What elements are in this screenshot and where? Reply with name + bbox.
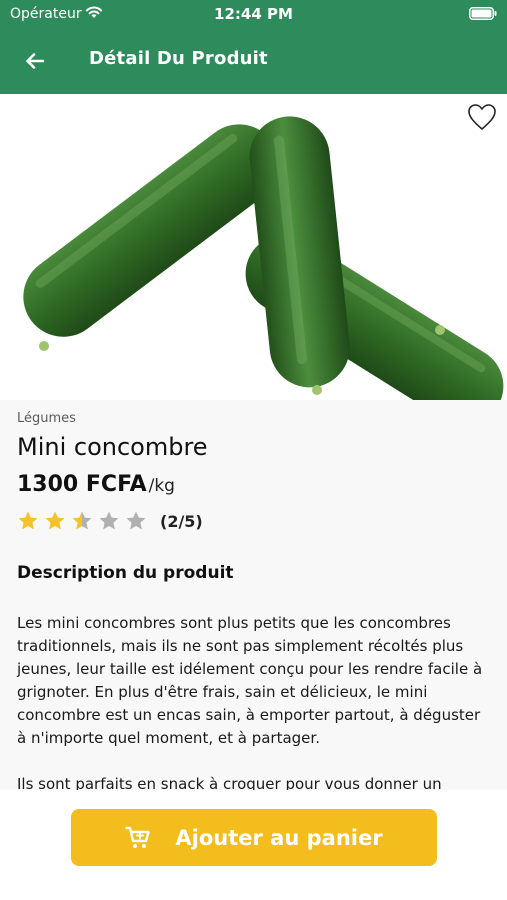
add-to-cart-label: Ajouter au panier	[175, 825, 383, 850]
rating: (2/5)	[17, 510, 203, 532]
star-icon	[72, 511, 92, 530]
description-title: Description du produit	[17, 563, 234, 583]
product-name: Mini concombre	[17, 433, 208, 461]
star-icon	[99, 511, 119, 530]
battery-icon	[469, 7, 497, 20]
page-title: Détail Du Produit	[89, 48, 268, 69]
favorite-button[interactable]	[465, 100, 499, 134]
header-bar: Détail Du Produit	[0, 28, 507, 94]
bottom-bar: Ajouter au panier	[0, 790, 507, 900]
arrow-left-icon	[26, 53, 44, 69]
heart-outline-icon	[468, 104, 496, 130]
description-paragraph: Les mini concombres sont plus petits que…	[17, 614, 483, 747]
clock: 12:44 PM	[214, 5, 293, 23]
description-text: Les mini concombres sont plus petits que…	[17, 612, 487, 790]
star-icon	[126, 511, 146, 530]
star-icon	[45, 511, 65, 530]
status-bar: Opérateur 12:44 PM	[0, 0, 507, 28]
cart-icon	[125, 826, 151, 848]
back-button[interactable]	[18, 46, 52, 76]
price-unit: /kg	[148, 476, 175, 496]
add-to-cart-button[interactable]: Ajouter au panier	[71, 809, 437, 866]
star-icon	[18, 511, 38, 530]
price-row: 1300 FCFA /kg	[17, 472, 175, 497]
product-details: Légumes Mini concombre 1300 FCFA /kg (2/…	[0, 400, 507, 790]
rating-count: (2/5)	[160, 511, 203, 531]
product-category: Légumes	[17, 411, 76, 426]
product-image	[0, 94, 507, 400]
product-price: 1300 FCFA	[17, 472, 147, 497]
cucumbers-image	[23, 116, 504, 400]
description-paragraph: Ils sont parfaits en snack à croquer pou…	[17, 775, 442, 790]
